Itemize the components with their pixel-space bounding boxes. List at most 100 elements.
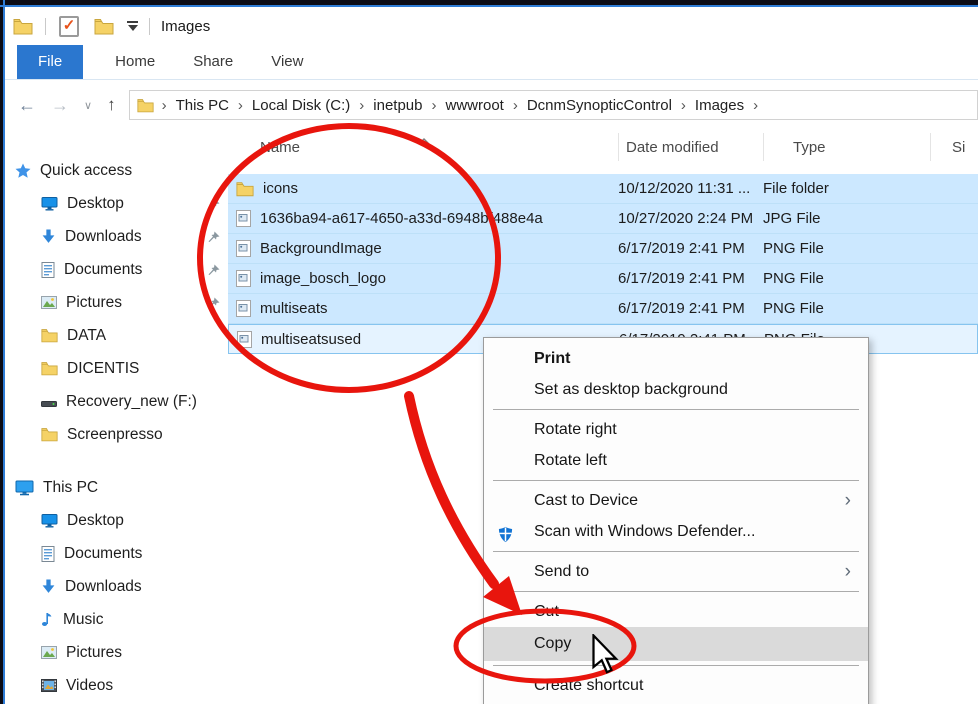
- file-row[interactable]: multiseats 6/17/2019 2:41 PM PNG File: [228, 294, 978, 324]
- column-divider[interactable]: [930, 133, 931, 161]
- sidebar-item-desktop[interactable]: Desktop: [5, 187, 228, 220]
- sidebar-item-downloads[interactable]: Downloads: [5, 220, 228, 253]
- image-file-icon: [236, 270, 251, 287]
- drive-icon: [41, 395, 57, 409]
- sidebar-item-quick-access[interactable]: Quick access: [5, 154, 228, 187]
- breadcrumb-separator: ›: [158, 97, 171, 114]
- pin-icon: [208, 230, 220, 248]
- breadcrumb-separator: ›: [749, 97, 762, 114]
- sidebar-item-pc-music[interactable]: Music: [5, 603, 228, 636]
- breadcrumb-images[interactable]: Images: [690, 97, 749, 114]
- sidebar-item-pc-documents[interactable]: Documents: [5, 537, 228, 570]
- file-name: image_bosch_logo: [260, 270, 386, 287]
- breadcrumb-separator: ›: [427, 97, 440, 114]
- sidebar-item-data[interactable]: DATA: [5, 319, 228, 352]
- sidebar-item-this-pc[interactable]: This PC: [5, 471, 228, 504]
- folder-icon: [236, 181, 254, 197]
- file-row[interactable]: icons 10/12/2020 11:31 ... File folder: [228, 174, 978, 204]
- tab-file[interactable]: File: [17, 45, 83, 79]
- qat-checkbox-button[interactable]: ✓: [59, 16, 79, 37]
- back-icon[interactable]: ←: [18, 95, 36, 116]
- file-name: icons: [263, 180, 298, 197]
- sidebar-item-recovery-new[interactable]: Recovery_new (F:): [5, 385, 228, 418]
- address-row: ← → ∨ ↑ › This PC › Local Disk (C:) › in…: [5, 88, 978, 122]
- menu-item-send-to[interactable]: Send to ›: [484, 556, 868, 587]
- column-header-name[interactable]: Name: [260, 139, 300, 156]
- sidebar-label: Documents: [64, 261, 142, 279]
- window-title: Images: [161, 18, 210, 35]
- breadcrumb-dcnmsynopticcontrol[interactable]: DcnmSynopticControl: [522, 97, 677, 114]
- up-icon[interactable]: ↑: [107, 95, 116, 115]
- breadcrumb-separator: ›: [509, 97, 522, 114]
- address-bar[interactable]: › This PC › Local Disk (C:) › inetpub › …: [129, 90, 978, 120]
- tab-home[interactable]: Home: [96, 45, 174, 79]
- sidebar-label: Desktop: [67, 512, 124, 530]
- file-name: BackgroundImage: [260, 240, 382, 257]
- menu-item-rotate-right[interactable]: Rotate right: [484, 414, 868, 445]
- tab-view[interactable]: View: [252, 45, 322, 79]
- desktop-icon: [41, 196, 58, 211]
- breadcrumb-this-pc[interactable]: This PC: [171, 97, 234, 114]
- videos-icon: [41, 679, 57, 692]
- location-folder-icon: [137, 98, 154, 113]
- sidebar-label: Desktop: [67, 195, 124, 213]
- file-name: 1636ba94-a617-4650-a33d-6948bf488e4a: [260, 210, 543, 227]
- column-divider[interactable]: [618, 133, 619, 161]
- menu-item-create-shortcut[interactable]: Create shortcut: [484, 670, 868, 701]
- file-row[interactable]: 1636ba94-a617-4650-a33d-6948bf488e4a 10/…: [228, 204, 978, 234]
- menu-item-cast-to-device[interactable]: Cast to Device ›: [484, 485, 868, 516]
- file-row[interactable]: BackgroundImage 6/17/2019 2:41 PM PNG Fi…: [228, 234, 978, 264]
- sidebar-item-dicentis[interactable]: DICENTIS: [5, 352, 228, 385]
- menu-separator: [493, 409, 859, 410]
- sidebar-item-pc-downloads[interactable]: Downloads: [5, 570, 228, 603]
- sidebar-label: Pictures: [66, 644, 122, 662]
- menu-item-rotate-left[interactable]: Rotate left: [484, 445, 868, 476]
- image-file-icon: [236, 240, 251, 257]
- breadcrumb-wwwroot[interactable]: wwwroot: [440, 97, 508, 114]
- breadcrumb-separator: ›: [355, 97, 368, 114]
- folder-icon: [41, 328, 58, 343]
- menu-item-copy[interactable]: Copy: [484, 627, 868, 661]
- sidebar-label: This PC: [43, 479, 98, 497]
- menu-item-scan-with-windows-defender[interactable]: Scan with Windows Defender...: [484, 516, 868, 547]
- file-row[interactable]: image_bosch_logo 6/17/2019 2:41 PM PNG F…: [228, 264, 978, 294]
- forward-icon[interactable]: →: [51, 95, 69, 116]
- window-border-accent: [3, 0, 5, 704]
- breadcrumb-inetpub[interactable]: inetpub: [368, 97, 427, 114]
- column-divider[interactable]: [763, 133, 764, 161]
- windows-defender-icon: [497, 523, 514, 554]
- column-header-type[interactable]: Type: [793, 139, 826, 156]
- sidebar-item-screenpresso[interactable]: Screenpresso: [5, 418, 228, 451]
- menu-separator: [493, 591, 859, 592]
- submenu-arrow-icon: ›: [845, 556, 851, 587]
- menu-separator: [493, 480, 859, 481]
- breadcrumb-local-disk[interactable]: Local Disk (C:): [247, 97, 355, 114]
- sidebar-item-pc-videos[interactable]: Videos: [5, 669, 228, 702]
- sidebar-item-documents[interactable]: Documents: [5, 253, 228, 286]
- file-date: 6/17/2019 2:41 PM: [618, 270, 763, 287]
- context-menu: Print Set as desktop background Rotate r…: [483, 337, 869, 704]
- column-header-date-modified[interactable]: Date modified: [626, 139, 719, 156]
- sidebar-item-pc-desktop[interactable]: Desktop: [5, 504, 228, 537]
- documents-icon: [41, 546, 55, 562]
- customize-toolbar-dropdown-icon[interactable]: [127, 21, 138, 31]
- breadcrumb-separator: ›: [234, 97, 247, 114]
- pictures-icon: [41, 296, 57, 309]
- menu-item-set-as-desktop-background[interactable]: Set as desktop background: [484, 374, 868, 405]
- menu-separator: [493, 551, 859, 552]
- sidebar-label: Screenpresso: [67, 426, 163, 444]
- tab-share[interactable]: Share: [174, 45, 252, 79]
- recent-locations-icon[interactable]: ∨: [84, 99, 92, 112]
- column-header-size[interactable]: Si: [952, 139, 965, 156]
- file-name: multiseatsused: [261, 331, 361, 348]
- menu-item-print[interactable]: Print: [484, 343, 868, 374]
- toolbar-separator: [45, 18, 46, 35]
- sidebar-label: Documents: [64, 545, 142, 563]
- window-border-accent: [0, 5, 978, 7]
- menu-item-cut[interactable]: Cut: [484, 596, 868, 627]
- qat-folder-button[interactable]: [94, 18, 114, 35]
- sidebar-item-pictures[interactable]: Pictures: [5, 286, 228, 319]
- sidebar-item-pc-pictures[interactable]: Pictures: [5, 636, 228, 669]
- downloads-icon: [41, 579, 56, 594]
- file-date: 10/27/2020 2:24 PM: [618, 210, 763, 227]
